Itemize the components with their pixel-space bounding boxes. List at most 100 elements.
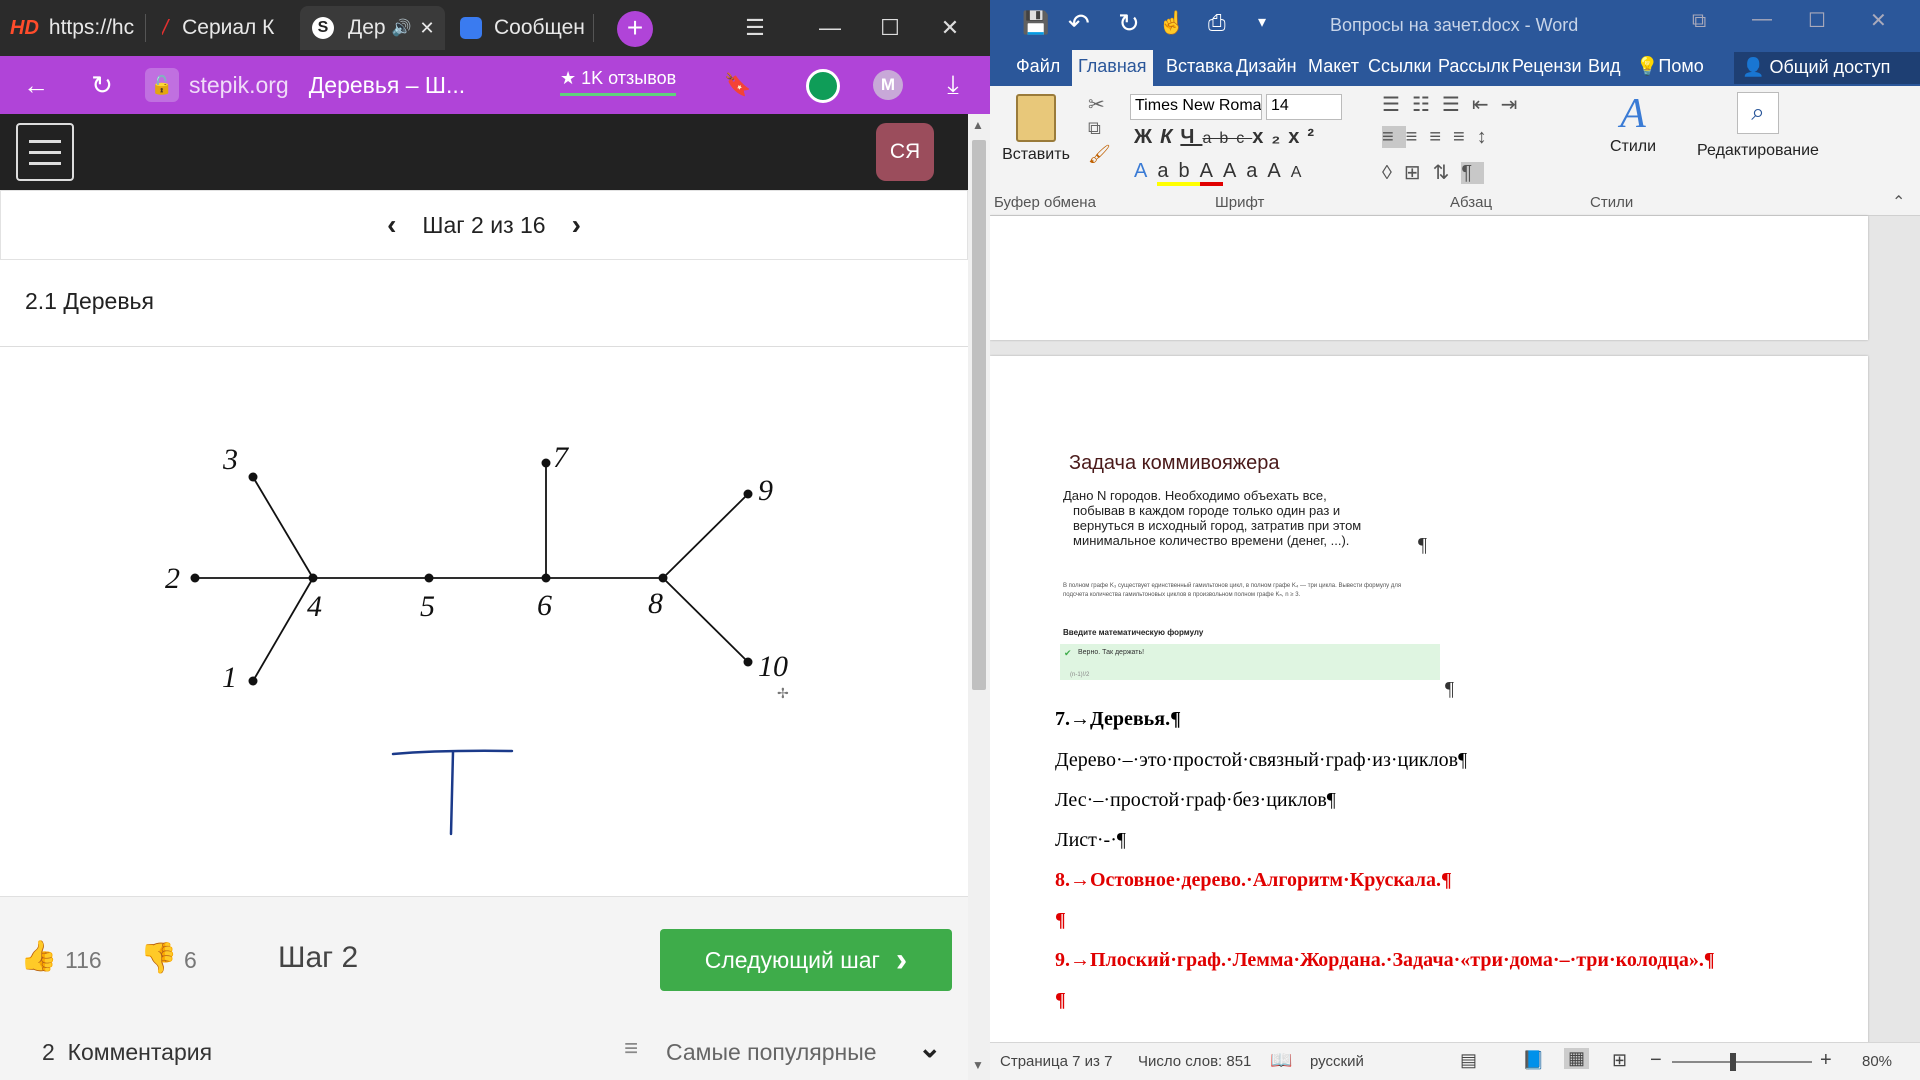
- tab-insert[interactable]: Вставка: [1166, 56, 1233, 77]
- zoom-slider[interactable]: [1672, 1053, 1812, 1071]
- minimize-button[interactable]: —: [800, 6, 860, 50]
- numbering-icon[interactable]: ☷: [1412, 94, 1442, 116]
- cut-icon[interactable]: ✂: [1088, 92, 1105, 117]
- chevron-down-icon[interactable]: ⌄: [918, 1031, 941, 1064]
- tab-references[interactable]: Ссылки: [1368, 56, 1431, 77]
- font-name-select[interactable]: Times New Romar: [1130, 94, 1262, 120]
- menu-icon[interactable]: ☰: [725, 6, 785, 50]
- shrink-font-icon[interactable]: A: [1291, 164, 1312, 181]
- sort-icon[interactable]: ≡: [624, 1035, 638, 1063]
- tab-view[interactable]: Вид: [1588, 56, 1621, 77]
- read-mode-icon[interactable]: 📘: [1522, 1050, 1544, 1071]
- align-left-icon[interactable]: ≡: [1382, 126, 1406, 148]
- focus-mode-icon[interactable]: ▤: [1460, 1050, 1477, 1071]
- copy-icon[interactable]: ⧉: [1088, 118, 1101, 139]
- word-scrollbar[interactable]: [1900, 216, 1920, 1042]
- touch-mode-icon[interactable]: ☝: [1158, 10, 1185, 36]
- browser-tab-active[interactable]: S Дер 🔊 ✕: [300, 6, 445, 50]
- save-icon[interactable]: 💾: [1022, 10, 1049, 36]
- tab-home[interactable]: Главная: [1072, 50, 1153, 86]
- scrollbar[interactable]: ▲ ▼: [968, 114, 990, 1080]
- status-words[interactable]: Число слов: 851: [1138, 1053, 1251, 1070]
- zoom-slider-thumb[interactable]: [1730, 1053, 1736, 1071]
- bold-button[interactable]: Ж: [1134, 126, 1160, 148]
- sort-label[interactable]: Самые популярные: [666, 1039, 877, 1066]
- format-painter-icon[interactable]: 🖌: [1088, 144, 1111, 165]
- browser-tab-4[interactable]: Сообщен: [460, 6, 590, 50]
- url-field[interactable]: 🔓 stepik.org Деревья – Ш...: [145, 65, 530, 105]
- web-layout-icon[interactable]: ⊞: [1612, 1050, 1627, 1071]
- font-color-icon[interactable]: A: [1199, 160, 1223, 186]
- paste-button[interactable]: Вставить: [1000, 90, 1072, 180]
- change-case-icon[interactable]: Aa: [1223, 160, 1267, 182]
- avatar[interactable]: M: [873, 70, 903, 100]
- grow-font-icon[interactable]: A: [1267, 160, 1290, 182]
- tab-review[interactable]: Рецензи: [1512, 56, 1582, 77]
- close-icon[interactable]: ✕: [420, 18, 435, 39]
- maximize-button[interactable]: ☐: [860, 6, 920, 50]
- share-button[interactable]: 👤 Общий доступ: [1734, 52, 1920, 84]
- subscript-button[interactable]: x₂: [1252, 126, 1288, 148]
- tab-design[interactable]: Дизайн: [1236, 56, 1297, 77]
- tab-layout[interactable]: Макет: [1308, 56, 1359, 77]
- decrease-indent-icon[interactable]: ⇤: [1472, 94, 1501, 116]
- next-step-button[interactable]: Следующий шаг ›: [660, 929, 952, 991]
- highlight-icon[interactable]: ab: [1157, 160, 1200, 186]
- lock-icon[interactable]: 🔓: [145, 68, 179, 102]
- chevron-left-icon[interactable]: ‹: [387, 209, 396, 241]
- status-language[interactable]: русский: [1310, 1053, 1364, 1070]
- shading-icon[interactable]: ◊: [1382, 162, 1404, 184]
- like-icon[interactable]: 👍: [20, 939, 57, 974]
- line-spacing-icon[interactable]: ↕: [1477, 126, 1499, 148]
- increase-indent-icon[interactable]: ⇥: [1501, 94, 1530, 116]
- download-icon[interactable]: ⤓: [933, 66, 973, 104]
- redo-icon[interactable]: ↻: [1118, 8, 1140, 39]
- italic-button[interactable]: К: [1160, 126, 1180, 148]
- align-right-icon[interactable]: ≡: [1429, 126, 1453, 148]
- multilevel-icon[interactable]: ☰: [1442, 94, 1472, 116]
- user-avatar[interactable]: СЯ: [876, 123, 934, 181]
- bullets-icon[interactable]: ☰: [1382, 94, 1412, 116]
- scrollbar-thumb[interactable]: [972, 140, 986, 690]
- minimize-button[interactable]: —: [1752, 8, 1772, 31]
- editing-button[interactable]: ⌕ Редактирование: [1686, 90, 1830, 160]
- bookmark-icon[interactable]: 🔖: [718, 66, 758, 104]
- reload-icon[interactable]: ↻: [82, 66, 122, 104]
- text-effects-icon[interactable]: A: [1134, 160, 1157, 182]
- collapse-ribbon-icon[interactable]: ⌃: [1892, 192, 1905, 212]
- back-icon[interactable]: ←: [16, 66, 56, 104]
- ribbon-display-icon[interactable]: ⧉: [1692, 10, 1706, 33]
- tab-file[interactable]: Файл: [1016, 56, 1060, 77]
- reviews-badge[interactable]: ★ 1K отзывов: [560, 68, 677, 96]
- print-preview-icon[interactable]: ⎙: [1208, 10, 1226, 36]
- maximize-button[interactable]: ☐: [1808, 8, 1826, 33]
- show-marks-icon[interactable]: ¶: [1461, 162, 1485, 184]
- justify-icon[interactable]: ≡: [1453, 126, 1477, 148]
- new-tab-button[interactable]: +: [617, 11, 653, 47]
- undo-icon[interactable]: ↶: [1068, 8, 1090, 39]
- font-size-select[interactable]: 14: [1266, 94, 1342, 120]
- styles-button[interactable]: A Стили: [1596, 90, 1670, 156]
- extension-icon[interactable]: [806, 69, 840, 103]
- print-layout-icon[interactable]: ▦: [1564, 1048, 1590, 1069]
- zoom-level[interactable]: 80%: [1862, 1053, 1892, 1070]
- tab-help[interactable]: 💡Помо: [1636, 56, 1704, 77]
- borders-icon[interactable]: ⊞: [1404, 162, 1433, 184]
- zoom-out-icon[interactable]: −: [1650, 1049, 1662, 1072]
- sort-icon[interactable]: ⇅: [1433, 162, 1462, 184]
- browser-tab-1[interactable]: HD https://hc: [10, 6, 135, 50]
- align-center-icon[interactable]: ≡: [1406, 126, 1430, 148]
- dislike-icon[interactable]: 👎: [140, 941, 177, 976]
- hamburger-menu-button[interactable]: [16, 123, 74, 181]
- zoom-in-icon[interactable]: +: [1820, 1049, 1832, 1072]
- chevron-right-icon[interactable]: ›: [572, 209, 581, 241]
- close-window-button[interactable]: ✕: [920, 6, 980, 50]
- superscript-button[interactable]: x²: [1288, 126, 1322, 148]
- customize-qat-icon[interactable]: ▾: [1258, 12, 1266, 32]
- tab-mailings[interactable]: Рассылк: [1438, 56, 1509, 77]
- status-page[interactable]: Страница 7 из 7: [1000, 1053, 1112, 1070]
- strikethrough-button[interactable]: abc: [1202, 130, 1252, 147]
- document-page[interactable]: Задача коммивояжера Дано N городов. Необ…: [990, 356, 1868, 1056]
- underline-button[interactable]: Ч: [1180, 126, 1202, 148]
- close-window-button[interactable]: ✕: [1870, 8, 1887, 33]
